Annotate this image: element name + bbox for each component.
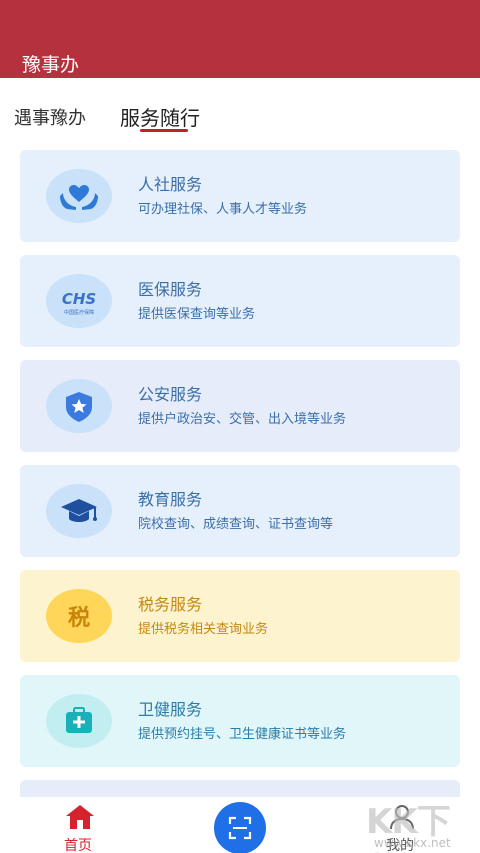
service-card-shuiwu[interactable]: 税 税务服务 提供税务相关查询业务 <box>20 570 460 662</box>
tab-bar: 遇事豫办 服务随行 <box>0 96 480 140</box>
home-icon <box>66 805 94 829</box>
bottom-navigation: 首页 我的 <box>0 797 480 853</box>
svg-text:中国医疗保障: 中国医疗保障 <box>64 309 94 316</box>
card-title: 卫健服务 <box>138 700 203 719</box>
scan-button[interactable] <box>214 802 266 853</box>
card-description: 提供预约挂号、卫生健康证书等业务 <box>138 727 347 742</box>
user-icon <box>390 805 414 830</box>
app-header: 豫事办 <box>0 0 480 78</box>
tab-fuwu-suixing[interactable]: 服务随行 <box>120 102 200 131</box>
card-title: 人社服务 <box>138 175 203 194</box>
tab-yushi-yuban[interactable]: 遇事豫办 <box>14 104 86 130</box>
hands-heart-icon <box>46 169 112 223</box>
app-title: 豫事办 <box>22 54 80 76</box>
service-card-yibao[interactable]: CHS 中国医疗保障 医保服务 提供医保查询等业务 <box>20 255 460 347</box>
graduation-cap-icon <box>46 484 112 538</box>
service-card-jiaoyu[interactable]: 教育服务 院校查询、成绩查询、证书查询等 <box>20 465 460 557</box>
card-title: 医保服务 <box>138 280 203 299</box>
nav-home[interactable]: 首页 <box>58 801 102 853</box>
card-description: 提供户政治安、交管、出入境等业务 <box>138 412 347 427</box>
card-description: 提供税务相关查询业务 <box>138 622 269 637</box>
service-card-renshe[interactable]: 人社服务 可办理社保、人事人才等业务 <box>20 150 460 242</box>
chs-logo-icon: CHS 中国医疗保障 <box>46 274 112 328</box>
card-title: 税务服务 <box>138 595 203 614</box>
card-title: 公安服务 <box>138 385 203 404</box>
card-description: 院校查询、成绩查询、证书查询等 <box>138 517 334 532</box>
service-card-gongan[interactable]: 公安服务 提供户政治安、交管、出入境等业务 <box>20 360 460 452</box>
medical-kit-icon <box>46 694 112 748</box>
police-shield-icon <box>46 379 112 433</box>
svg-text:CHS: CHS <box>62 290 96 308</box>
active-tab-indicator <box>140 129 188 132</box>
nav-mine[interactable]: 我的 <box>380 801 424 853</box>
service-card-weijian[interactable]: 卫健服务 提供预约挂号、卫生健康证书等业务 <box>20 675 460 767</box>
scan-icon <box>228 816 252 840</box>
tax-icon: 税 <box>46 589 112 643</box>
nav-home-label: 首页 <box>64 838 92 853</box>
svg-text:税: 税 <box>68 605 90 631</box>
app-screen: 豫事办 遇事豫办 服务随行 人社服务 可办理社保、人事人才等业务 CHS 中国医… <box>0 0 480 853</box>
card-title: 教育服务 <box>138 490 203 509</box>
card-description: 可办理社保、人事人才等业务 <box>138 202 308 217</box>
card-description: 提供医保查询等业务 <box>138 307 256 322</box>
nav-mine-label: 我的 <box>386 838 414 853</box>
